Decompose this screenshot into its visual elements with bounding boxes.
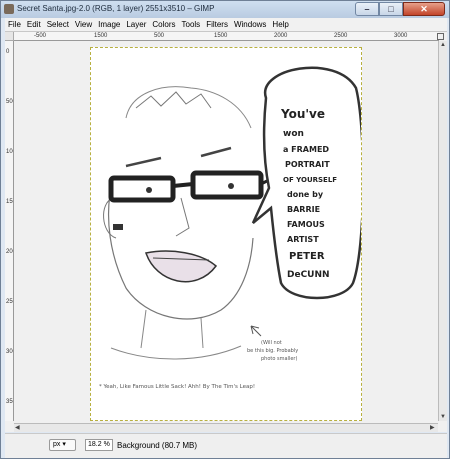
ruler-label: 2000 — [6, 249, 13, 255]
arrow-note-line: photo smaller) — [261, 356, 297, 362]
ruler-label: 2000 — [274, 33, 288, 39]
ruler-label: 3500 — [6, 399, 13, 405]
arrow-note-line: be this big. Probably — [247, 348, 298, 354]
zoom-selector[interactable]: 18.2 % — [85, 439, 113, 451]
minimize-icon: – — [364, 4, 370, 14]
ruler-label: 1500 — [94, 33, 108, 39]
menu-edit[interactable]: Edit — [24, 18, 44, 31]
scroll-left-icon[interactable]: ◀ — [15, 424, 20, 432]
menu-bar: File Edit Select View Image Layer Colors Tools F… — [5, 18, 447, 31]
maximize-icon: □ — [388, 4, 394, 14]
image-canvas[interactable]: You've won a FRAMED PORTRAIT OF YOURSELF… — [90, 47, 365, 421]
quick-mask-toggle[interactable] — [5, 32, 14, 41]
menu-colors[interactable]: Colors — [149, 18, 178, 31]
pointer-arrow — [250, 325, 262, 337]
gimp-window: Secret Santa.jpg-2.0 (RGB, 1 layer) 2551… — [0, 0, 450, 459]
zoom-value: 18.2 % — [88, 441, 110, 448]
window-title: Secret Santa.jpg-2.0 (RGB, 1 layer) 2551… — [17, 4, 215, 13]
navigate-icon[interactable] — [437, 33, 444, 40]
earring — [113, 224, 123, 230]
ruler-label: 3000 — [6, 349, 13, 355]
vertical-ruler[interactable]: 0 500 1000 1500 2000 2500 3000 3500 — [5, 41, 14, 421]
ruler-label: 0 — [6, 49, 10, 55]
glasses-right-lens — [190, 170, 264, 200]
layer-status: Background (80.7 MB) — [117, 441, 198, 450]
menu-image[interactable]: Image — [95, 18, 123, 31]
speech-line: ARTIST — [287, 235, 319, 244]
ruler-label: 1500 — [214, 33, 228, 39]
speech-line: PORTRAIT — [285, 160, 330, 169]
menu-tools[interactable]: Tools — [179, 18, 204, 31]
scroll-down-icon[interactable]: ▼ — [440, 413, 446, 421]
minimize-button[interactable]: – — [355, 2, 379, 16]
ruler-label: -500 — [34, 33, 47, 39]
menu-filters[interactable]: Filters — [203, 18, 231, 31]
gimp-icon — [4, 4, 14, 14]
speech-line: a FRAMED — [283, 145, 329, 154]
bottom-note: * Yeah, Like Famous Little Sack! Ahh! By… — [99, 384, 255, 390]
ruler-label: 2500 — [6, 299, 13, 305]
glasses-left-lens — [108, 175, 176, 203]
menu-view[interactable]: View — [72, 18, 95, 31]
menu-select[interactable]: Select — [44, 18, 72, 31]
unit-selector[interactable]: px ▾ — [49, 439, 76, 451]
arrow-note-line: (Will not — [261, 340, 282, 346]
ruler-label: 1500 — [6, 199, 13, 205]
speech-line: DeCUNN — [287, 270, 330, 280]
menu-windows[interactable]: Windows — [231, 18, 269, 31]
horizontal-scrollbar[interactable]: ◀ ▶ — [14, 423, 438, 432]
vertical-scrollbar[interactable]: ▲ ▼ — [438, 41, 447, 421]
maximize-button[interactable]: □ — [379, 2, 403, 16]
sketch-drawing: You've won a FRAMED PORTRAIT OF YOURSELF… — [99, 66, 365, 390]
close-icon: ✕ — [420, 4, 428, 14]
ruler-label: 3000 — [394, 33, 408, 39]
close-button[interactable]: ✕ — [403, 2, 445, 16]
menu-file[interactable]: File — [5, 18, 24, 31]
speech-line: BARRIE — [287, 205, 320, 214]
title-bar[interactable]: Secret Santa.jpg-2.0 (RGB, 1 layer) 2551… — [1, 1, 449, 18]
canvas-area[interactable]: -500 1500 500 1500 2000 2500 3000 0 500 … — [5, 31, 447, 432]
ruler-label: 1000 — [6, 149, 13, 155]
ruler-label: 500 — [154, 33, 165, 39]
speech-line: done by — [287, 190, 324, 199]
speech-line: You've — [280, 107, 325, 121]
speech-line: won — [283, 129, 304, 139]
speech-line: PETER — [289, 251, 325, 262]
horizontal-ruler[interactable]: -500 1500 500 1500 2000 2500 3000 — [14, 32, 439, 41]
scroll-up-icon[interactable]: ▲ — [440, 41, 446, 49]
unit-value: px — [53, 441, 61, 448]
speech-line: FAMOUS — [287, 220, 325, 229]
ruler-label: 500 — [6, 99, 13, 105]
menu-help[interactable]: Help — [269, 18, 291, 31]
scroll-right-icon[interactable]: ▶ — [430, 424, 435, 432]
menu-layer[interactable]: Layer — [123, 18, 149, 31]
ruler-label: 2500 — [334, 33, 348, 39]
status-bar: px ▾ 18.2 % Background (80.7 MB) — [5, 433, 447, 458]
speech-line: OF YOURSELF — [283, 176, 337, 184]
